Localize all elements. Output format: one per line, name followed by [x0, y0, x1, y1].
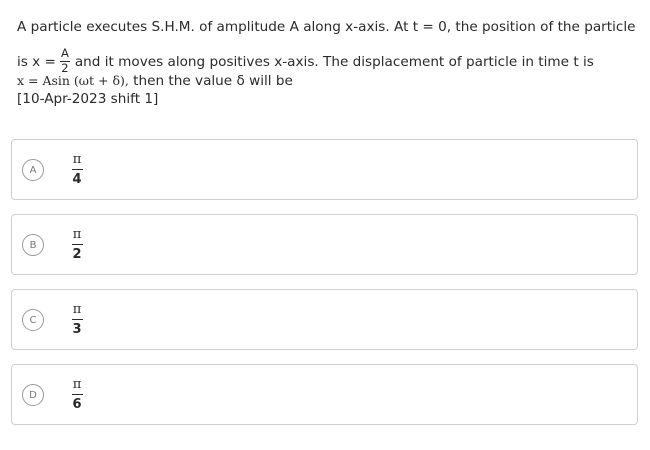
option-b-radio[interactable]: B	[22, 234, 44, 256]
option-c-fraction: π 3	[70, 303, 84, 337]
option-a-numerator: π	[72, 152, 82, 167]
option-c-radio[interactable]: C	[22, 309, 44, 331]
fraction-a-over-2: A 2	[59, 46, 70, 74]
option-d[interactable]: D π 6	[11, 364, 638, 425]
option-a-fraction: π 4	[70, 153, 84, 187]
option-d-fraction: π 6	[70, 378, 84, 412]
question-line-3-suffix: then the value δ will be	[128, 73, 293, 89]
question-line-1: A particle executes S.H.M. of amplitude …	[17, 19, 636, 35]
option-d-radio[interactable]: D	[22, 384, 44, 406]
option-c-denominator: 3	[72, 322, 82, 337]
fraction-bar	[71, 319, 83, 320]
option-b-numerator: π	[72, 227, 82, 242]
option-c-numerator: π	[72, 302, 82, 317]
question-line-2-prefix: is x =	[17, 53, 56, 70]
option-d-numerator: π	[72, 377, 82, 392]
option-d-denominator: 6	[72, 397, 82, 412]
option-a[interactable]: A π 4	[11, 139, 638, 200]
option-b-fraction: π 2	[70, 228, 84, 262]
question-line-3: x = Asin (ωt + δ), then the value δ will…	[17, 73, 293, 89]
fraction-bar	[71, 244, 83, 245]
fraction-bar	[71, 169, 83, 170]
option-a-radio[interactable]: A	[22, 159, 44, 181]
displacement-equation: x = Asin (ωt + δ),	[17, 73, 129, 88]
fraction-bar	[71, 394, 83, 395]
option-c[interactable]: C π 3	[11, 289, 638, 350]
option-b-denominator: 2	[72, 247, 82, 262]
question-line-2: is x = A 2 and it moves along positives …	[17, 46, 594, 75]
question-line-2-suffix: and it moves along positives x-axis. The…	[74, 53, 594, 70]
fraction-numerator: A	[59, 46, 70, 62]
option-a-denominator: 4	[72, 172, 82, 187]
option-b[interactable]: B π 2	[11, 214, 638, 275]
exam-source-tag: [10-Apr-2023 shift 1]	[17, 91, 159, 107]
